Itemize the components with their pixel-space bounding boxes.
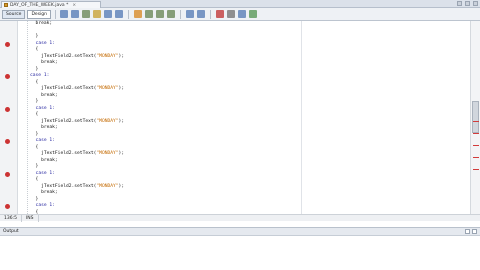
output-body[interactable] bbox=[0, 236, 480, 270]
scrollbar-thumb[interactable] bbox=[472, 101, 479, 133]
file-tab-label: DAY_OF_THE_WEEK.java * bbox=[10, 2, 69, 8]
error-annotation-icon[interactable] bbox=[5, 106, 10, 112]
find-prev-icon[interactable] bbox=[104, 10, 113, 18]
editor-toolbar: Source Design bbox=[0, 8, 480, 21]
file-tab[interactable]: DAY_OF_THE_WEEK.java * × bbox=[1, 1, 101, 8]
error-stripe-mark[interactable] bbox=[473, 169, 479, 170]
forward-icon[interactable] bbox=[71, 10, 80, 18]
toolbar-separator bbox=[55, 9, 57, 19]
error-annotation-icon[interactable] bbox=[5, 74, 10, 79]
comment-icon[interactable] bbox=[238, 10, 247, 18]
shift-left-icon[interactable] bbox=[186, 10, 195, 18]
toggle-highlight-icon[interactable] bbox=[134, 10, 143, 18]
toolbar-separator bbox=[128, 9, 130, 19]
error-annotation-icon[interactable] bbox=[5, 139, 10, 144]
error-stripe-mark[interactable] bbox=[473, 157, 479, 158]
toolbar-separator bbox=[210, 9, 212, 19]
error-annotation-icon[interactable] bbox=[5, 171, 10, 177]
back-icon[interactable] bbox=[60, 10, 69, 18]
source-button[interactable]: Source bbox=[2, 9, 26, 19]
error-annotation-icon[interactable] bbox=[5, 41, 10, 47]
toolbar-icon-group bbox=[60, 9, 258, 19]
output-panel: Output bbox=[0, 227, 480, 270]
search-icon[interactable] bbox=[93, 10, 102, 18]
output-title: Output bbox=[3, 229, 19, 234]
bookmark-icon[interactable] bbox=[145, 10, 154, 18]
chart-icon[interactable] bbox=[249, 10, 258, 18]
stop-macro-icon[interactable] bbox=[227, 10, 236, 18]
scroll-tabs-left-icon[interactable] bbox=[457, 1, 462, 6]
window-controls bbox=[457, 1, 478, 6]
find-next-icon[interactable] bbox=[115, 10, 124, 18]
error-stripe-mark[interactable] bbox=[473, 133, 479, 134]
close-tab-icon[interactable]: × bbox=[72, 3, 76, 8]
scroll-tabs-right-icon[interactable] bbox=[465, 1, 470, 6]
code-text[interactable]: break; } case 1: { jTextField2.setText("… bbox=[30, 21, 124, 223]
insert-mode: INS bbox=[22, 214, 39, 222]
editor-statusbar: 136:5 INS bbox=[0, 214, 480, 222]
editor-tabbar: DAY_OF_THE_WEEK.java * × bbox=[0, 0, 480, 8]
right-margin-guide bbox=[301, 21, 302, 214]
java-file-icon bbox=[4, 3, 8, 7]
maximize-icon[interactable] bbox=[473, 1, 478, 6]
record-macro-icon[interactable] bbox=[216, 10, 225, 18]
line-gutter[interactable] bbox=[0, 21, 18, 214]
error-stripe-mark[interactable] bbox=[473, 145, 479, 146]
code-editor[interactable]: break; } case 1: { jTextField2.setText("… bbox=[0, 21, 470, 221]
output-minimize-icon[interactable] bbox=[465, 229, 470, 234]
cursor-position: 136:5 bbox=[0, 214, 22, 222]
next-bookmark-icon[interactable] bbox=[167, 10, 176, 18]
vertical-scrollbar[interactable] bbox=[470, 21, 480, 214]
output-header: Output bbox=[0, 228, 480, 236]
error-annotation-icon[interactable] bbox=[5, 204, 10, 209]
toolbar-separator bbox=[180, 9, 182, 19]
design-button[interactable]: Design bbox=[27, 9, 52, 19]
history-icon[interactable] bbox=[82, 10, 91, 18]
error-stripe-mark[interactable] bbox=[473, 121, 479, 122]
prev-bookmark-icon[interactable] bbox=[156, 10, 165, 18]
fold-margin[interactable] bbox=[22, 21, 28, 214]
output-controls bbox=[465, 229, 477, 234]
output-close-icon[interactable] bbox=[472, 229, 477, 234]
shift-right-icon[interactable] bbox=[197, 10, 206, 18]
